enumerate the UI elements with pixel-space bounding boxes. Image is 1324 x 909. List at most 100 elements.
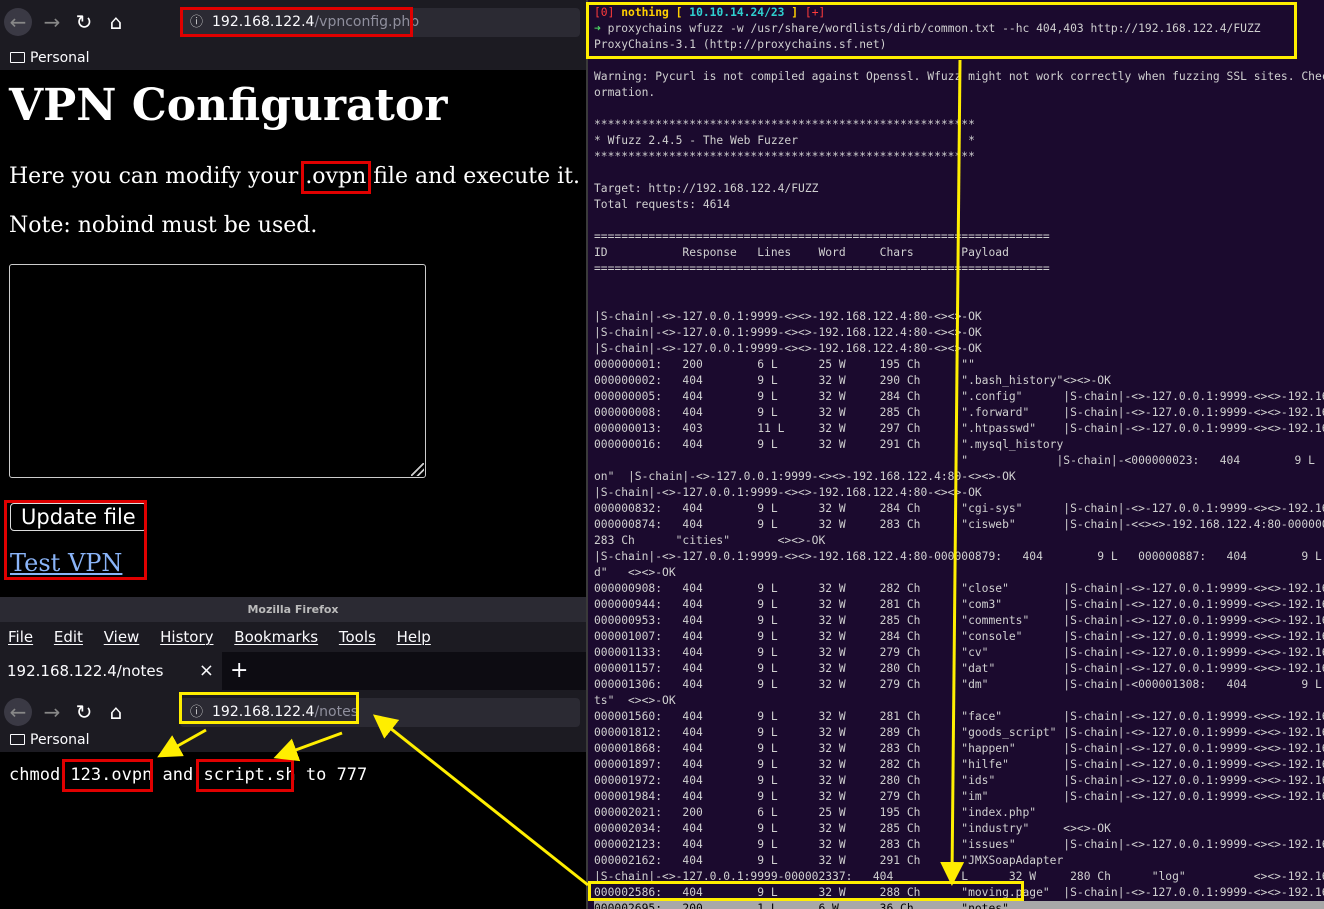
home-icon[interactable]: ⌂ [102, 8, 130, 36]
terminal-line: 000001007: 404 9 L 32 W 284 Ch "console"… [594, 630, 1324, 643]
address-bar[interactable]: ⓘ 192.168.122.4/notes [180, 698, 580, 727]
terminal-line: 000000001: 200 6 L 25 W 195 Ch "" [594, 358, 975, 371]
terminal-command-line: ➜ proxychains wfuzz -w /usr/share/wordli… [594, 21, 1324, 37]
terminal-line: 000001868: 404 9 L 32 W 283 Ch "happen" … [594, 742, 1324, 755]
page-content: VPN Configurator Here you can modify you… [0, 70, 586, 597]
prompt-ip: 10.10.14.24/23 [689, 6, 785, 19]
menu-view[interactable]: View [104, 628, 140, 646]
terminal-line: 000000016: 404 9 L 32 W 291 Ch ".mysql_h… [594, 438, 1064, 451]
menu-file[interactable]: File [8, 628, 33, 646]
bookmark-folder-personal[interactable]: Personal [30, 50, 90, 66]
terminal-line: ProxyChains-3.1 (http://proxychains.sf.n… [594, 38, 887, 51]
browser-window-vpnconfig: ← → ↻ ⌂ ⓘ 192.168.122.4/vpnconfig.php Pe… [0, 0, 586, 597]
forward-arrow-icon[interactable]: → [38, 698, 66, 726]
intro-text: Here you can modify your .ovpn file and … [9, 164, 580, 189]
back-arrow-icon[interactable]: ← [4, 8, 32, 36]
terminal-line: 000002162: 404 9 L 32 W 291 Ch "JMXSoapA… [594, 854, 1064, 867]
terminal-line: Target: http://192.168.122.4/FUZZ [594, 182, 819, 195]
terminal-body: ProxyChains-3.1 (http://proxychains.sf.n… [594, 37, 1324, 909]
terminal-line: ormation. [594, 86, 656, 99]
screenshot-root: ← → ↻ ⌂ ⓘ 192.168.122.4/vpnconfig.php Pe… [0, 0, 1324, 909]
terminal-line: ts" <><>-OK [594, 694, 676, 707]
reload-icon[interactable]: ↻ [70, 698, 98, 726]
notes-text: chmod 123.ovpn and script.sh to 777 [9, 765, 367, 785]
terminal-line: |S-chain|-<>-127.0.0.1:9999-<><>-192.168… [594, 326, 982, 339]
terminal-line: 000001560: 404 9 L 32 W 281 Ch "face" |S… [594, 710, 1324, 723]
close-tab-icon[interactable]: × [199, 652, 214, 690]
browser-window-notes: Mozilla Firefox File Edit View History B… [0, 597, 586, 909]
terminal-window[interactable]: [0] nothing [ 10.10.14.24/23 ] [+] ➜ pro… [586, 0, 1324, 909]
config-textarea[interactable] [9, 264, 426, 478]
terminal-line: |S-chain|-<>-127.0.0.1:9999-<><>-192.168… [594, 486, 982, 499]
menu-tools[interactable]: Tools [339, 628, 376, 646]
forward-arrow-icon[interactable]: → [38, 8, 66, 36]
bookmarks-toolbar: Personal [0, 728, 586, 752]
terminal-line: 000000944: 404 9 L 32 W 281 Ch "com3" |S… [594, 598, 1324, 611]
terminal-line: |S-chain|-<>-127.0.0.1:9999-<><>-192.168… [594, 310, 982, 323]
terminal-line: 000000832: 404 9 L 32 W 284 Ch "cgi-sys"… [594, 502, 1324, 515]
tab-notes[interactable]: 192.168.122.4/notes × [0, 652, 222, 690]
info-icon: ⓘ [190, 15, 204, 30]
reload-icon[interactable]: ↻ [70, 8, 98, 36]
terminal-line: 000001812: 404 9 L 32 W 289 Ch "goods_sc… [594, 726, 1324, 739]
menu-edit[interactable]: Edit [54, 628, 83, 646]
test-vpn-link[interactable]: Test VPN [10, 549, 122, 577]
url-host: 192.168.122.4 [212, 704, 315, 720]
terminal-line: |S-chain|-<>-127.0.0.1:9999-<><>-192.168… [594, 342, 982, 355]
terminal-line: * Wfuzz 2.4.5 - The Web Fuzzer * [594, 134, 975, 147]
terminal-line: 000002021: 200 6 L 25 W 195 Ch "index.ph… [594, 806, 1037, 819]
terminal-line: ****************************************… [594, 150, 975, 163]
navigation-toolbar: ← → ↻ ⌂ ⓘ 192.168.122.4/vpnconfig.php [0, 0, 586, 46]
url-host: 192.168.122.4 [212, 14, 315, 30]
terminal-line: 000000013: 403 11 L 32 W 297 Ch ".htpass… [594, 422, 1324, 435]
terminal-line: 000000008: 404 9 L 32 W 285 Ch ".forward… [594, 406, 1324, 419]
prompt-plus: [+] [804, 6, 826, 19]
terminal-prompt: [0] nothing [ 10.10.14.24/23 ] [+] [594, 5, 1324, 21]
menu-bar: File Edit View History Bookmarks Tools H… [0, 622, 586, 652]
notes-text-3: to 777 [295, 765, 368, 785]
url-path: /notes [314, 704, 358, 720]
notes-text-2: and [152, 765, 204, 785]
terminal-line: 000002586: 404 9 L 32 W 288 Ch "moving.p… [594, 886, 1324, 899]
menu-bookmarks[interactable]: Bookmarks [234, 628, 318, 646]
terminal-line-highlighted: 000002695: 200 1 L 6 W 36 Ch "notes" [594, 901, 1324, 909]
terminal-line: 283 Ch "cities" <><>-OK [594, 534, 826, 547]
prompt-user: nothing [621, 6, 669, 19]
notes-file-ovpn: 123.ovpn [70, 765, 153, 785]
terminal-line: 000001897: 404 9 L 32 W 282 Ch "hilfe" |… [594, 758, 1324, 771]
terminal-output: [0] nothing [ 10.10.14.24/23 ] [+] ➜ pro… [594, 5, 1324, 909]
notes-text-1: chmod [9, 765, 71, 785]
terminal-line: Total requests: 4614 [594, 198, 731, 211]
terminal-line: ID Response Lines Word Chars Payload [594, 246, 1009, 259]
terminal-line: 000002034: 404 9 L 32 W 285 Ch "industry… [594, 822, 1111, 835]
bookmark-folder-personal[interactable]: Personal [30, 732, 90, 748]
terminal-line: " |S-chain|-<000000023: 404 9 L 32 W [594, 454, 1324, 467]
window-title: Mozilla Firefox [0, 597, 586, 622]
resize-grip-icon[interactable] [411, 463, 424, 476]
address-bar[interactable]: ⓘ 192.168.122.4/vpnconfig.php [180, 8, 580, 37]
menu-history[interactable]: History [160, 628, 213, 646]
folder-icon [10, 52, 25, 63]
terminal-command: proxychains wfuzz -w /usr/share/wordlist… [607, 22, 1261, 35]
tab-title: 192.168.122.4/notes [7, 662, 164, 680]
terminal-line: 000001157: 404 9 L 32 W 280 Ch "dat" |S-… [594, 662, 1324, 675]
menu-help[interactable]: Help [397, 628, 431, 646]
terminal-line: on" |S-chain|-<>-127.0.0.1:9999-<><>-192… [594, 470, 1016, 483]
terminal-line: 000001133: 404 9 L 32 W 279 Ch "cv" |S-c… [594, 646, 1324, 659]
prompt-bracket-close: ] [791, 6, 799, 19]
prompt-index: [0] [594, 6, 615, 19]
home-icon[interactable]: ⌂ [102, 698, 130, 726]
intro-text-ovpn: .ovpn [305, 164, 367, 189]
update-file-button[interactable]: Update file [10, 503, 147, 531]
new-tab-icon[interactable]: + [230, 652, 248, 690]
terminal-line: ========================================… [594, 262, 1050, 275]
terminal-line: 000001306: 404 9 L 32 W 279 Ch "dm" |S-c… [594, 678, 1322, 691]
back-arrow-icon[interactable]: ← [4, 698, 32, 726]
notes-file-script: script.sh [203, 765, 296, 785]
